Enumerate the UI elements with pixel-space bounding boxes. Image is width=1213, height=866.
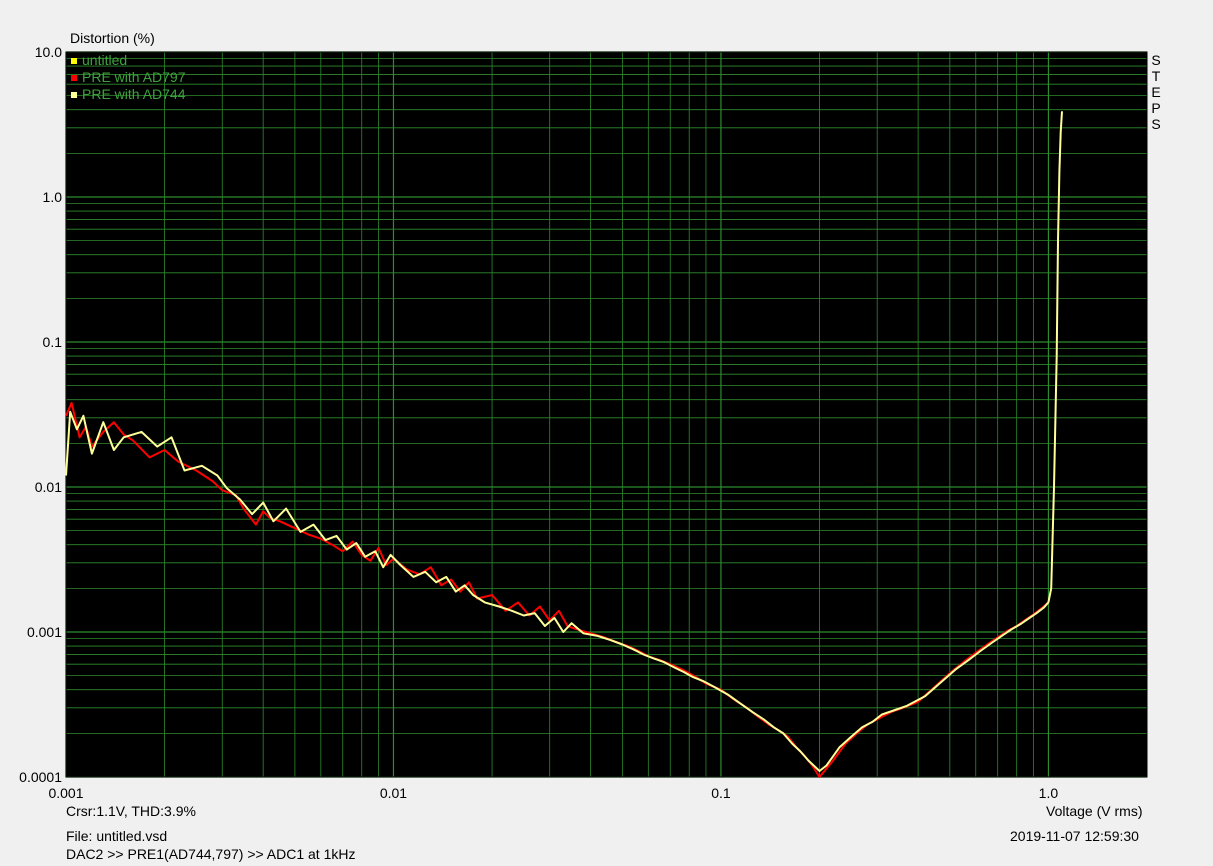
file-name: File: untitled.vsd xyxy=(66,828,168,844)
legend-label: PRE with AD744 xyxy=(82,86,186,102)
signal-chain: DAC2 >> PRE1(AD744,797) >> ADC1 at 1kHz xyxy=(66,846,356,862)
y-tick-label: 0.1 xyxy=(43,334,63,350)
y-tick-label: 0.001 xyxy=(27,624,62,640)
steps-label: STEPS xyxy=(1151,52,1161,132)
legend-item-ad797[interactable]: PRE with AD797 xyxy=(71,69,186,86)
y-tick-label: 10.0 xyxy=(35,44,62,60)
legend-swatch xyxy=(71,57,77,64)
y-tick-label: 0.0001 xyxy=(19,769,62,785)
legend-swatch xyxy=(71,91,77,98)
distortion-chart: 0.001 0.01 0.1 1.00.00010.0010.010.11.010.0 xyxy=(19,44,1148,801)
legend-label: PRE with AD797 xyxy=(82,69,186,85)
plot-area xyxy=(66,52,1147,777)
legend-item-ad744[interactable]: PRE with AD744 xyxy=(71,86,186,103)
x-tick-label: 0.1 xyxy=(711,785,731,801)
y-tick-label: 0.01 xyxy=(35,479,62,495)
y-tick-label: 1.0 xyxy=(43,189,63,205)
legend-label: untitled xyxy=(82,52,128,68)
x-tick-label: 1.0 xyxy=(1039,785,1059,801)
x-tick-label: 0.001 xyxy=(48,785,83,801)
x-axis-title: Voltage (V rms) xyxy=(1046,803,1143,819)
legend: untitled PRE with AD797 PRE with AD744 xyxy=(71,52,186,103)
cursor-readout: Crsr:1.1V, THD:3.9% xyxy=(66,803,196,819)
y-axis-title: Distortion (%) xyxy=(70,30,155,46)
legend-swatch xyxy=(71,74,77,81)
x-tick-label: 0.01 xyxy=(380,785,407,801)
timestamp: 2019-11-07 12:59:30 xyxy=(1010,828,1139,844)
legend-item-untitled[interactable]: untitled xyxy=(71,52,186,69)
